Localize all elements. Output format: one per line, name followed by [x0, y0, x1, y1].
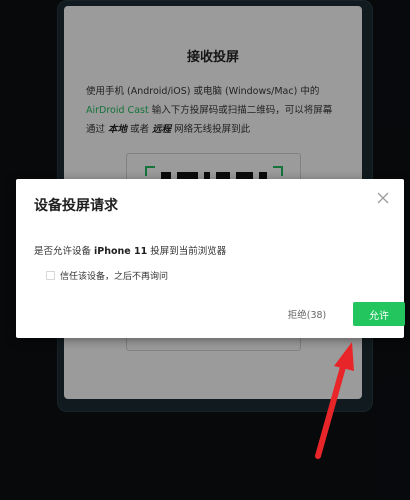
trust-device-option[interactable]: 信任该设备，之后不再询问: [46, 269, 168, 282]
trust-device-checkbox[interactable]: [46, 271, 55, 280]
dialog-title: 设备投屏请求: [34, 198, 118, 214]
close-icon[interactable]: [376, 191, 390, 205]
question-prefix: 是否允许设备: [34, 246, 95, 257]
cast-request-dialog: 设备投屏请求 是否允许设备 iPhone 11 投屏到当前浏览器 信任该设备，之…: [16, 179, 405, 338]
device-name: iPhone 11: [94, 246, 148, 257]
question-suffix: 投屏到当前浏览器: [147, 246, 227, 257]
reject-button[interactable]: 拒绝(38): [282, 303, 332, 325]
dialog-question: 是否允许设备 iPhone 11 投屏到当前浏览器: [34, 243, 226, 257]
allow-button[interactable]: 允许: [353, 302, 405, 326]
trust-device-label: 信任该设备，之后不再询问: [60, 272, 169, 282]
